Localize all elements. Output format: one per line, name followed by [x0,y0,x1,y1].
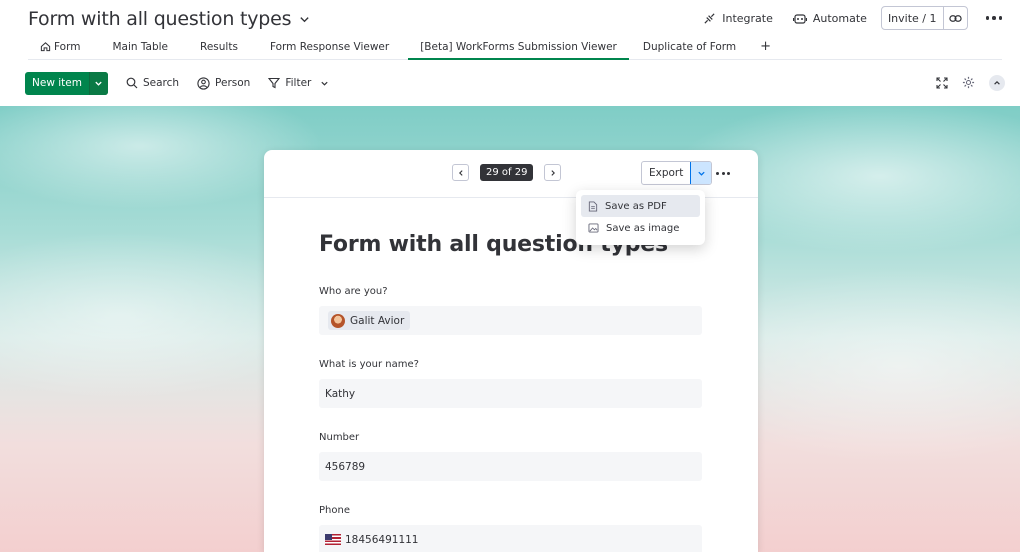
filter-icon [268,77,281,89]
save-as-image-item[interactable]: Save as image [581,217,700,239]
person-label: Person [215,77,251,89]
automate-button[interactable]: Automate [787,6,873,30]
search-label: Search [142,77,180,89]
tab-label: Form Response Viewer [269,40,390,53]
tab-label: Results [200,40,238,53]
board-title[interactable]: Form with all question types [28,8,292,30]
tab-label: Form [54,40,81,53]
board-toolbar: New item Search Person Filter [25,71,1005,95]
collapse-header-button[interactable] [989,75,1005,91]
integrate-icon [704,12,715,24]
automate-label: Automate [812,11,867,25]
field-label: Number [319,432,360,443]
search-icon [126,77,138,89]
tab-results[interactable]: Results [188,34,250,59]
add-view-button[interactable]: + [750,34,781,59]
header-actions: Integrate Automate Invite / 1 [697,5,1002,31]
field-value: 18456491111 [345,533,419,546]
person-field: Galit Avior [319,306,702,335]
tab-form[interactable]: Form [28,34,92,59]
gear-icon[interactable] [962,74,975,93]
field-label: Who are you? [319,286,388,297]
file-icon [588,200,598,212]
tab-form-response-viewer[interactable]: Form Response Viewer [258,34,401,59]
new-item-button[interactable]: New item [25,72,89,95]
chevron-left-icon [458,169,463,176]
person-chip: Galit Avior [328,311,411,330]
field-value: Kathy [325,387,356,400]
submission-pager: 29 of 29 [452,164,562,181]
toolbar-right [936,71,1005,95]
filter-button[interactable]: Filter [268,77,329,89]
us-flag-icon [325,534,341,545]
person-name: Galit Avior [350,314,405,327]
export-split-button: Export [641,161,713,185]
more-options-icon[interactable] [716,172,730,175]
chevron-down-icon [698,171,705,176]
view-tabs: Form Main Table Results Form Response Vi… [28,34,1002,60]
person-icon [197,76,210,90]
tab-label: Duplicate of Form [642,40,737,53]
chevron-down-icon [321,81,328,86]
next-submission-button[interactable] [544,164,562,181]
robot-icon [792,13,807,24]
search-button[interactable]: Search [126,77,179,89]
field-value: 456789 [325,460,366,473]
phone-field: 18456491111 [319,525,702,552]
person-filter-button[interactable]: Person [197,76,251,90]
avatar [331,313,345,328]
invite-button[interactable]: Invite / 1 [882,7,943,29]
integrate-label: Integrate [722,11,773,25]
save-as-pdf-item[interactable]: Save as PDF [581,195,700,217]
previous-submission-button[interactable] [452,164,469,181]
export-menu: Save as PDF Save as image [576,190,705,245]
export-dropdown-button[interactable] [690,162,712,184]
home-icon [40,42,51,52]
new-item-dropdown-button[interactable] [88,71,108,95]
pager-count: 29 of 29 [480,164,534,181]
filter-label: Filter [285,77,312,89]
invite-group: Invite / 1 [880,6,968,30]
number-field: 456789 [319,452,702,481]
tab-label: [Beta] WorkForms Submission Viewer [420,40,617,53]
field-label: What is your name? [319,359,419,370]
tab-label: Main Table [112,40,169,53]
integrate-button[interactable]: Integrate [697,6,779,30]
chevron-down-icon [95,81,103,86]
menu-item-label: Save as image [606,222,680,234]
tab-main-table[interactable]: Main Table [100,34,180,59]
more-options-icon[interactable] [985,16,1002,20]
board-title-row[interactable]: Form with all question types [28,6,311,32]
image-icon [588,223,599,233]
chevron-up-icon [994,80,1000,85]
chevron-right-icon [551,169,555,176]
link-icon [948,14,962,22]
board-header: Form with all question types Integrate A… [0,0,1020,106]
export-button[interactable]: Export [642,162,690,184]
copy-link-button[interactable] [942,7,967,29]
name-field: Kathy [319,379,702,408]
fullscreen-icon[interactable] [936,74,948,93]
tab-duplicate-of-form[interactable]: Duplicate of Form [631,34,748,59]
new-item-split-button: New item [25,71,108,95]
tab-workforms-submission-viewer[interactable]: [Beta] WorkForms Submission Viewer [408,34,629,60]
field-label: Phone [319,505,350,516]
chevron-down-icon[interactable] [299,13,311,25]
menu-item-label: Save as PDF [605,200,667,212]
